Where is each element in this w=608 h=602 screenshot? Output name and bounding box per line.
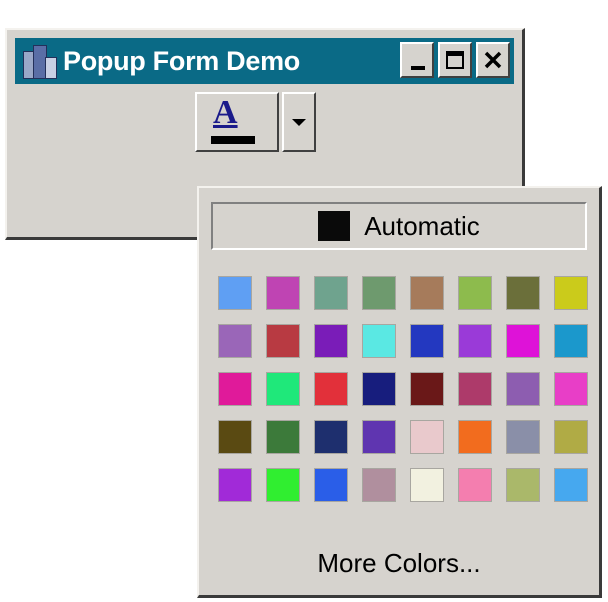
title-bar[interactable]: Popup Form Demo [15, 38, 514, 84]
color-swatch[interactable] [362, 324, 396, 358]
color-swatch[interactable] [410, 468, 444, 502]
color-picker-popup: Automatic More Colors... [197, 186, 602, 598]
automatic-color-swatch [318, 211, 351, 241]
automatic-label: Automatic [364, 210, 480, 241]
color-swatch[interactable] [314, 468, 348, 502]
window-controls [400, 42, 510, 78]
color-swatch[interactable] [410, 372, 444, 406]
close-icon [484, 51, 502, 69]
minimize-button[interactable] [400, 42, 434, 78]
color-swatch[interactable] [218, 372, 252, 406]
color-swatch[interactable] [410, 420, 444, 454]
color-swatch[interactable] [458, 420, 492, 454]
color-swatch[interactable] [314, 420, 348, 454]
color-swatch[interactable] [554, 372, 588, 406]
maximize-button[interactable] [438, 42, 472, 78]
font-color-icon: A [213, 94, 238, 131]
color-swatch[interactable] [458, 324, 492, 358]
window-title: Popup Form Demo [63, 45, 300, 76]
current-color-swatch [211, 136, 255, 144]
color-swatch[interactable] [458, 372, 492, 406]
color-swatch[interactable] [266, 468, 300, 502]
color-swatch[interactable] [266, 276, 300, 310]
color-swatch[interactable] [266, 372, 300, 406]
color-swatch[interactable] [362, 468, 396, 502]
color-swatch[interactable] [554, 420, 588, 454]
color-swatch[interactable] [266, 324, 300, 358]
color-swatch[interactable] [218, 468, 252, 502]
color-swatch[interactable] [218, 420, 252, 454]
color-swatch[interactable] [506, 372, 540, 406]
color-swatch[interactable] [554, 324, 588, 358]
color-swatch[interactable] [314, 372, 348, 406]
color-swatch[interactable] [506, 324, 540, 358]
color-swatch[interactable] [506, 420, 540, 454]
color-swatch[interactable] [506, 468, 540, 502]
app-icon[interactable] [21, 43, 57, 79]
color-swatch[interactable] [266, 420, 300, 454]
color-swatch[interactable] [554, 276, 588, 310]
color-swatch[interactable] [410, 276, 444, 310]
chevron-down-icon [292, 118, 306, 126]
color-swatch[interactable] [218, 324, 252, 358]
font-color-button[interactable]: A [195, 92, 279, 152]
more-colors-button[interactable]: More Colors... [199, 548, 599, 579]
automatic-color-button[interactable]: Automatic [211, 202, 587, 250]
color-swatch[interactable] [458, 468, 492, 502]
color-swatch[interactable] [314, 276, 348, 310]
color-swatch[interactable] [362, 276, 396, 310]
maximize-icon [446, 51, 464, 69]
color-swatch[interactable] [506, 276, 540, 310]
color-swatch[interactable] [554, 468, 588, 502]
color-palette [218, 276, 588, 502]
color-swatch[interactable] [314, 324, 348, 358]
minimize-icon [411, 66, 425, 70]
close-button[interactable] [476, 42, 510, 78]
color-swatch[interactable] [362, 420, 396, 454]
color-swatch[interactable] [410, 324, 444, 358]
font-color-dropdown-button[interactable] [282, 92, 316, 152]
color-swatch[interactable] [362, 372, 396, 406]
color-swatch[interactable] [218, 276, 252, 310]
color-swatch[interactable] [458, 276, 492, 310]
